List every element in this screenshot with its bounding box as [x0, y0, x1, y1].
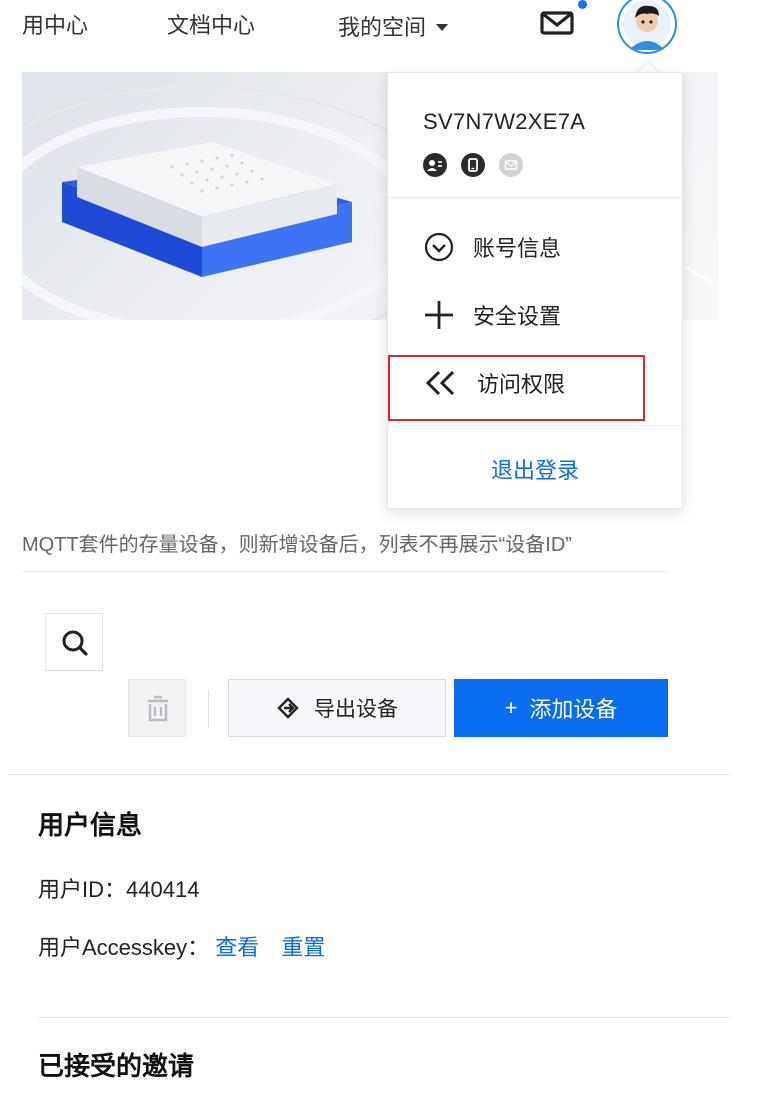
- export-devices-label: 导出设备: [314, 698, 398, 721]
- plus-icon: [425, 301, 453, 329]
- user-dropdown-menu: SV7N7W2XE7A 账号信息 安全设置 访问权限 退出登录: [387, 72, 683, 509]
- trash-icon: [148, 695, 168, 722]
- divider: [22, 571, 668, 572]
- nav-link-app-center[interactable]: 用中心: [22, 8, 88, 40]
- top-nav: 用中心 文档中心 我的空间: [0, 0, 762, 54]
- accepted-invites-title: 已接受的邀请: [38, 1051, 195, 1081]
- divider: [38, 1017, 732, 1018]
- search-icon: [62, 630, 88, 656]
- user-info-title: 用户信息: [38, 810, 143, 840]
- message-badge-icon: [499, 153, 523, 177]
- plus-icon: +: [504, 695, 518, 720]
- add-device-button[interactable]: + 添加设备: [454, 679, 668, 737]
- delete-button[interactable]: [128, 679, 186, 737]
- notification-dot: [578, 0, 587, 9]
- avatar[interactable]: [617, 0, 677, 54]
- dropdown-separator: [388, 425, 682, 426]
- divider: [8, 774, 732, 775]
- dropdown-item-label: 安全设置: [473, 304, 562, 329]
- nav-my-space[interactable]: 我的空间: [338, 10, 449, 42]
- caret-down-icon: [436, 24, 449, 31]
- phone-badge-icon: [461, 153, 485, 177]
- dropdown-item-security-settings[interactable]: 安全设置: [423, 299, 561, 331]
- search-button[interactable]: [45, 613, 103, 671]
- reset-accesskey-link[interactable]: 重置: [281, 935, 325, 960]
- view-accesskey-link[interactable]: 查看: [215, 935, 259, 960]
- logout-link[interactable]: 退出登录: [388, 453, 682, 485]
- export-devices-button[interactable]: 导出设备: [228, 679, 446, 737]
- notice-text: MQTT套件的存量设备，则新增设备后，列表不再展示“设备ID”: [22, 534, 572, 556]
- dropdown-username: SV7N7W2XE7A: [423, 109, 586, 134]
- chevron-down-circle-icon: [424, 232, 454, 262]
- user-id-label: 用户ID：: [38, 877, 127, 902]
- toolbar-separator: [208, 690, 209, 728]
- mail-icon[interactable]: [539, 8, 575, 38]
- export-icon: [277, 697, 299, 719]
- dropdown-item-account-info[interactable]: 账号信息: [423, 231, 561, 263]
- dropdown-item-label: 账号信息: [473, 236, 562, 261]
- contact-badge-icon: [423, 153, 447, 177]
- nav-link-docs-center[interactable]: 文档中心: [167, 8, 255, 40]
- user-id-value: 440414: [126, 877, 200, 902]
- add-device-label: 添加设备: [529, 697, 618, 722]
- user-accesskey-label: 用户Accesskey：: [38, 935, 210, 960]
- dropdown-separator: [388, 197, 682, 198]
- user-accesskey-line: 用户Accesskey： 查看 重置: [38, 930, 325, 962]
- highlight-box: [388, 355, 645, 421]
- nav-my-space-label: 我的空间: [338, 15, 427, 40]
- user-id-line: 用户ID：440414: [38, 872, 199, 904]
- dropdown-badges: [423, 153, 523, 177]
